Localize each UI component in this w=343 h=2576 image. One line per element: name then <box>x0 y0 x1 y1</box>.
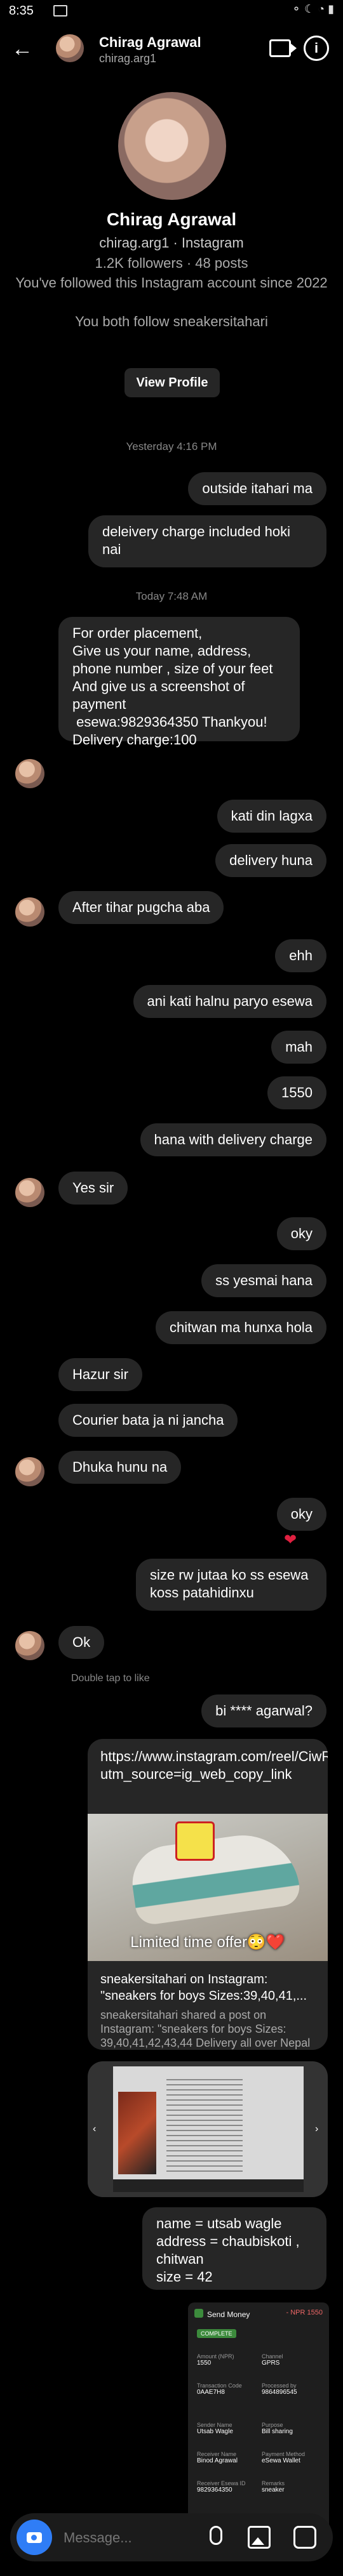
receipt-title: Send Money <box>207 2310 250 2319</box>
screenshot-content <box>113 2066 304 2192</box>
gallery-icon[interactable] <box>248 2526 271 2549</box>
link-title: sneakersitahari on Instagram: "sneakers … <box>100 1972 307 2003</box>
back-arrow-icon[interactable]: ← <box>11 37 33 62</box>
receipt-field: Processed by 9864896545 <box>262 2382 297 2396</box>
avatar[interactable] <box>15 897 44 927</box>
message-input[interactable] <box>62 2527 205 2549</box>
shared-link-card[interactable]: https://www.instagram.com/reel/CiwRFqHDf… <box>88 1739 328 2050</box>
status-bar: 8:35 ⚬ ☾ ◔ ▮ <box>0 0 343 22</box>
message-bubble[interactable]: ehh <box>275 939 326 972</box>
screenshot-taskbar <box>113 2179 304 2192</box>
receipt-field: Transaction Code 0AAE7H8 <box>197 2382 242 2396</box>
status-time: 8:35 <box>9 4 34 18</box>
message-bubble[interactable]: kati din lagxa <box>217 800 326 833</box>
receipt-field: Receiver Esewa ID 9829364350 <box>197 2480 246 2493</box>
double-tap-hint: Double tap to like <box>71 1673 150 1684</box>
link-description: sneakersitahari shared a post on Instagr… <box>100 2009 311 2049</box>
receipt-field: Amount (NPR) 1550 <box>197 2353 234 2367</box>
receipt-status-badge: COMPLETE <box>197 2329 236 2338</box>
message-bubble[interactable]: Dhuka hunu na <box>58 1451 182 1484</box>
message-bubble[interactable]: size rw jutaa ko ss esewa koss patahidin… <box>136 1559 326 1611</box>
profile-subtitle: chirag.arg1 · Instagram <box>99 235 244 251</box>
receipt-field: Purpose Bill sharing <box>262 2422 293 2435</box>
payment-receipt-image[interactable]: Send Money - NPR 1550 COMPLETE Amount (N… <box>188 2302 329 2537</box>
avatar[interactable] <box>15 1178 44 1207</box>
screenshot-thumbnail <box>118 2092 156 2174</box>
message-bubble[interactable]: deleivery charge included hoki nai <box>88 515 326 567</box>
view-profile-button[interactable]: View Profile <box>124 368 220 397</box>
message-bubble[interactable]: 1550 <box>267 1076 326 1109</box>
sneaker-image <box>127 1828 302 1927</box>
chevron-right-icon: › <box>315 2124 319 2134</box>
screenshot-image[interactable]: ‹ › <box>88 2061 328 2197</box>
receipt-field: Payment Method eSewa Wallet <box>262 2451 306 2464</box>
timestamp: Yesterday 4:16 PM <box>126 440 217 452</box>
message-bubble[interactable]: delivery huna <box>215 844 326 877</box>
avatar[interactable] <box>15 759 44 788</box>
microphone-icon[interactable] <box>210 2526 222 2545</box>
message-bubble[interactable]: name = utsab wagle address = chaubiskoti… <box>142 2207 326 2290</box>
esewa-logo-icon <box>194 2309 203 2318</box>
message-bubble[interactable]: bi **** agarwal? <box>201 1694 326 1727</box>
receipt-field: Remarks sneaker <box>262 2480 285 2493</box>
timestamp: Today 7:48 AM <box>135 590 208 602</box>
screenshot-text-lines <box>166 2079 243 2174</box>
avatar[interactable] <box>15 1457 44 1486</box>
receipt-field: Receiver Name Binod Agrawal <box>197 2451 238 2464</box>
message-bubble[interactable]: Courier bata ja ni jancha <box>58 1404 238 1437</box>
link-preview-image[interactable]: Limited time offer😳❤️ <box>88 1814 328 1961</box>
profile-followed-since: You've followed this Instagram account s… <box>15 275 328 291</box>
message-bubble[interactable]: Yes sir <box>58 1172 128 1205</box>
message-bubble[interactable]: ss yesmai hana <box>201 1264 326 1297</box>
profile-stats: 1.2K followers · 48 posts <box>95 255 248 271</box>
receipt-amount: - NPR 1550 <box>286 2309 323 2316</box>
avatar[interactable] <box>15 1631 44 1660</box>
message-bubble[interactable]: Hazur sir <box>58 1358 143 1391</box>
heart-reaction-icon[interactable]: ❤ <box>284 1531 297 1549</box>
receipt-field: Sender Name Utsab Wagle <box>197 2422 233 2435</box>
profile-picture[interactable] <box>118 92 226 200</box>
message-bubble[interactable]: outside itahari ma <box>188 472 326 505</box>
message-bubble[interactable]: ani kati halnu paryo esewa <box>133 985 326 1018</box>
header-name[interactable]: Chirag Agrawal <box>99 34 201 51</box>
info-icon[interactable]: i <box>304 36 329 61</box>
profile-mutual: You both follow sneakersitahari <box>75 314 268 329</box>
header-username[interactable]: chirag.arg1 <box>99 52 156 65</box>
message-bubble[interactable]: mah <box>271 1031 326 1064</box>
message-bubble[interactable]: Ok <box>58 1626 105 1659</box>
video-call-icon[interactable] <box>269 39 297 57</box>
message-bubble[interactable]: oky <box>276 1217 326 1250</box>
message-bubble[interactable]: After tihar pugcha aba <box>58 891 224 924</box>
receipt-field: Channel GPRS <box>262 2353 283 2367</box>
sticker-icon[interactable] <box>293 2526 316 2549</box>
gallery-notification-icon <box>53 5 67 17</box>
message-composer <box>10 2513 333 2561</box>
message-bubble[interactable]: oky <box>276 1498 326 1531</box>
chevron-left-icon: ‹ <box>93 2124 97 2134</box>
avatar[interactable] <box>56 34 84 62</box>
status-icons: ⚬ ☾ ◔ ▮ <box>292 3 334 15</box>
link-url[interactable]: https://www.instagram.com/reel/CiwRFqHDf… <box>100 1748 328 1783</box>
chat-header: ← Chirag Agrawal chirag.arg1 i <box>0 25 343 76</box>
camera-icon[interactable] <box>17 2520 52 2555</box>
brand-logo-icon <box>175 1821 215 1861</box>
preview-overlay-text: Limited time offer😳❤️ <box>130 1934 285 1951</box>
message-bubble[interactable]: For order placement, Give us your name, … <box>58 617 300 748</box>
message-bubble[interactable]: hana with delivery charge <box>140 1123 326 1156</box>
message-bubble[interactable]: chitwan ma hunxa hola <box>155 1311 326 1344</box>
profile-name: Chirag Agrawal <box>106 209 237 229</box>
